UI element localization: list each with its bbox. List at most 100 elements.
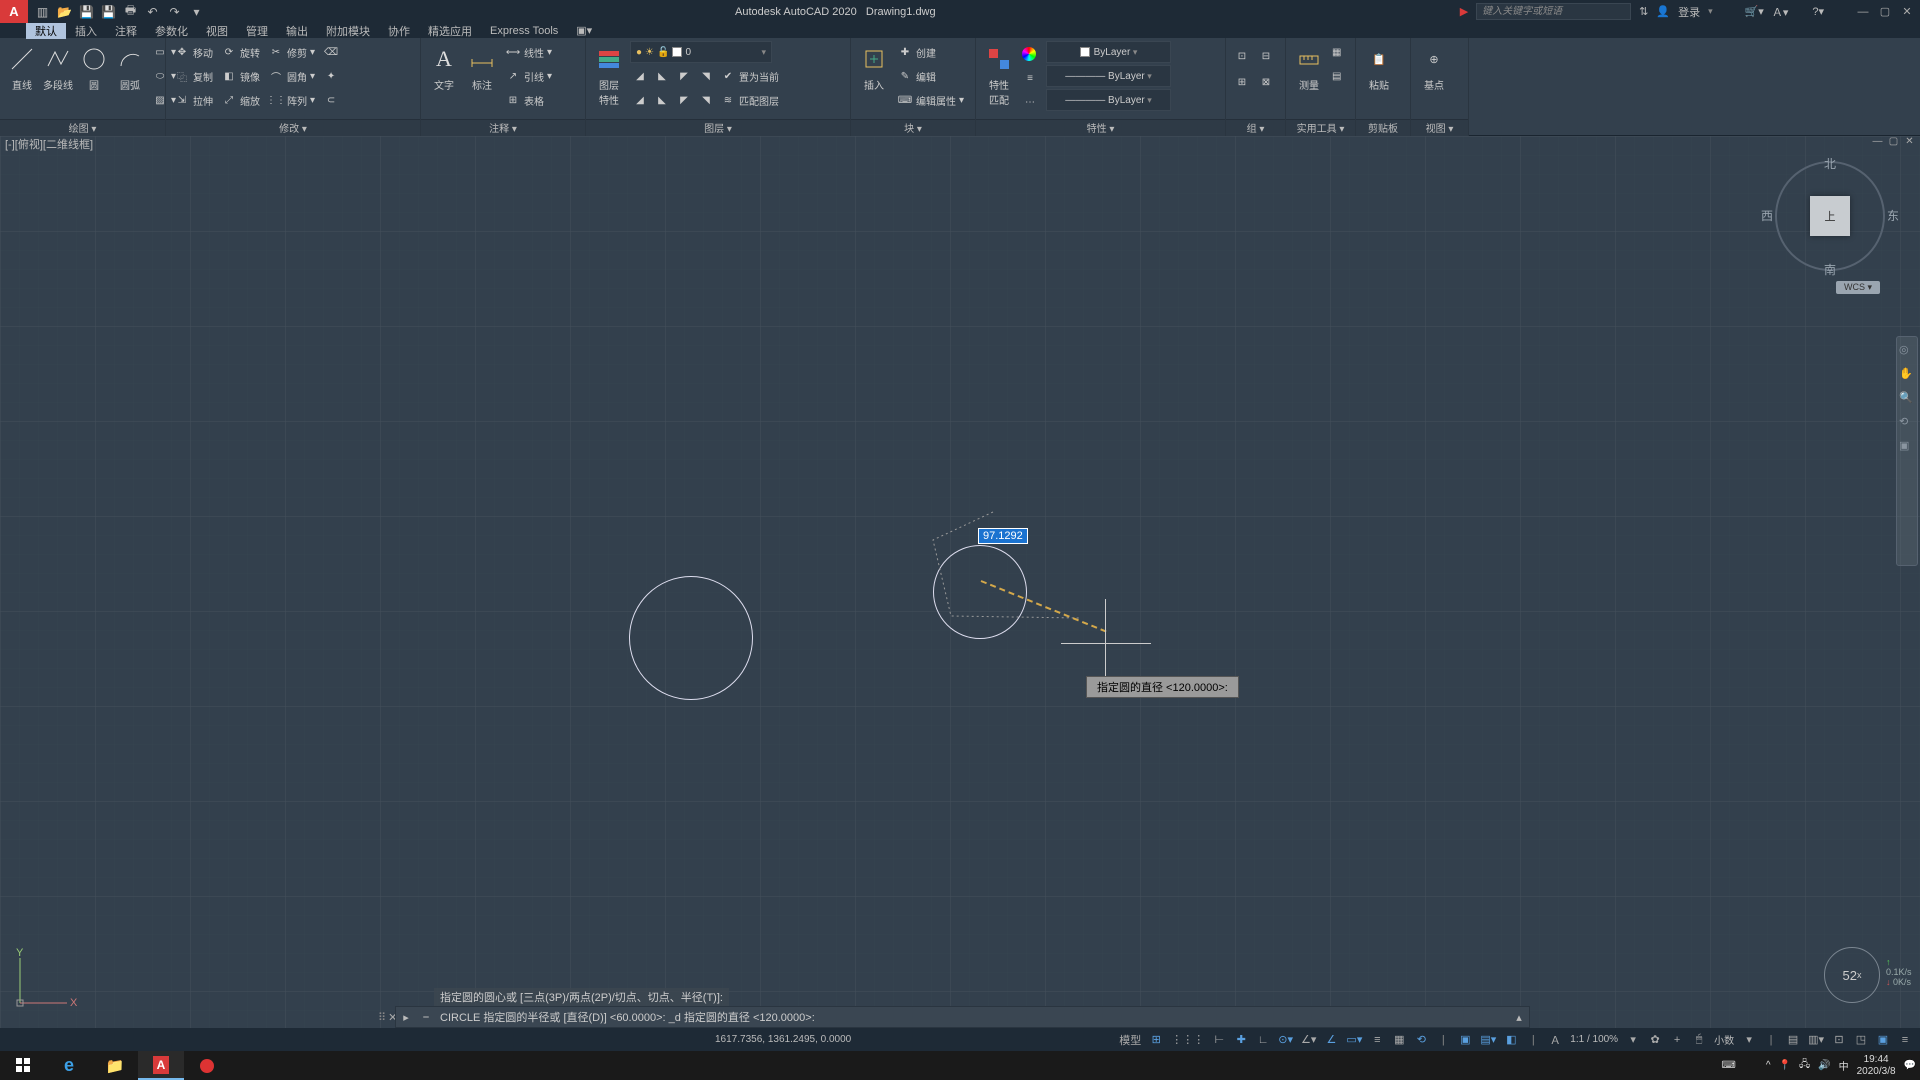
tray-keyboard-icon[interactable]: ⌨	[1721, 1060, 1735, 1071]
erase-tool[interactable]: ⌫	[321, 41, 341, 63]
vc-north[interactable]: 北	[1824, 155, 1836, 172]
insert-block-tool[interactable]: 插入	[857, 41, 891, 92]
rotate-tool[interactable]: ⟳旋转	[219, 41, 262, 63]
props-match-tool[interactable]: 特性 匹配	[982, 41, 1016, 107]
drawing-canvas[interactable]: [-][俯视][二维线框] — ▢ ✕ 97.1292 指定圆的直径 <120.…	[0, 136, 1920, 1028]
cart-icon[interactable]: 🛒▾	[1745, 5, 1764, 18]
mouse-icon[interactable]: 🖱	[1688, 1028, 1710, 1051]
text-tool[interactable]: A文字	[427, 41, 461, 92]
tab-output[interactable]: 输出	[277, 23, 317, 39]
tray-location-icon[interactable]: 📍	[1779, 1060, 1791, 1071]
copy-tool[interactable]: ⿻复制	[172, 65, 215, 87]
dyn-input-toggle[interactable]: ✚	[1230, 1028, 1252, 1051]
panel-props-label[interactable]: 特性 ▾	[976, 119, 1225, 136]
vp-close[interactable]: ✕	[1903, 136, 1916, 149]
account-icon[interactable]: 👤	[1656, 5, 1670, 18]
explode-tool[interactable]: ✦	[321, 65, 341, 87]
tab-collab[interactable]: 协作	[379, 23, 419, 39]
minimize-button[interactable]: —	[1856, 6, 1870, 18]
tray-chevron-icon[interactable]: ^	[1766, 1060, 1771, 1071]
panel-annot-label[interactable]: 注释 ▾	[421, 119, 585, 136]
dynamic-input[interactable]: 97.1292	[978, 528, 1028, 544]
iso-toggle[interactable]: ∠▾	[1297, 1028, 1320, 1051]
quickprops-icon[interactable]: ▤	[1782, 1028, 1804, 1051]
tab-view[interactable]: 视图	[197, 23, 237, 39]
model-toggle[interactable]: 模型	[1115, 1028, 1145, 1051]
tray-ime-icon[interactable]: 中	[1839, 1058, 1849, 1073]
explorer-icon[interactable]: 📁	[92, 1051, 138, 1080]
offset-tool[interactable]: ⊂	[321, 89, 341, 111]
measure-tool[interactable]: 测量	[1292, 41, 1326, 92]
setcurrent-tool[interactable]: ✔置为当前	[718, 65, 781, 87]
layer-props-tool[interactable]: 图层 特性	[592, 41, 626, 107]
panel-modify-label[interactable]: 修改 ▾	[166, 119, 420, 136]
lw-toggle[interactable]: ≡	[1366, 1028, 1388, 1051]
viewcube[interactable]: 上 北 南 西 东	[1775, 161, 1885, 271]
dimension-tool[interactable]: 标注	[465, 41, 499, 92]
save-icon[interactable]: 💾	[78, 3, 95, 20]
trim-tool[interactable]: ✂修剪 ▾	[266, 41, 317, 63]
panel-draw-label[interactable]: 绘图 ▾	[0, 119, 165, 136]
performance-widget[interactable]: 52x ↑ 0.1K/s ↓ 0K/s	[1824, 947, 1880, 1003]
layer-mini7[interactable]: ◤	[674, 89, 694, 111]
circle-tool[interactable]: 圆	[78, 41, 110, 92]
table-tool[interactable]: ⊞表格	[503, 89, 554, 111]
transp-toggle[interactable]: ▦	[1388, 1028, 1410, 1051]
annoscale-dd[interactable]: ▾	[1622, 1028, 1644, 1051]
mirror-tool[interactable]: ◧镜像	[219, 65, 262, 87]
help-icon[interactable]: ?▾	[1812, 5, 1824, 18]
panel-layers-label[interactable]: 图层 ▾	[586, 119, 850, 136]
close-button[interactable]: ✕	[1900, 5, 1914, 18]
ann-toggle2[interactable]: ▤▾	[1476, 1028, 1500, 1051]
editattr-tool[interactable]: ⌨编辑属性 ▾	[895, 89, 966, 111]
snap-toggle[interactable]: ⋮⋮⋮	[1167, 1028, 1208, 1051]
tab-manage[interactable]: 管理	[237, 23, 277, 39]
annoscale-icon[interactable]: Ａ	[1544, 1028, 1566, 1051]
ucs-icon[interactable]: Y X	[12, 948, 82, 1018]
linear-dim-tool[interactable]: ⟷线性 ▾	[503, 41, 554, 63]
hardware-icon[interactable]: ⊡	[1828, 1028, 1850, 1051]
new-icon[interactable]: ▥	[34, 3, 51, 20]
panel-view-label[interactable]: 视图 ▾	[1411, 119, 1468, 136]
viewcube-face[interactable]: 上	[1810, 196, 1850, 236]
linetype-tool[interactable]: ⋯	[1020, 91, 1042, 113]
annoscale-value[interactable]: 1:1 / 100%	[1566, 1034, 1622, 1045]
line-tool[interactable]: 直线	[6, 41, 38, 92]
polyline-tool[interactable]: 多段线	[42, 41, 74, 92]
account-label[interactable]: 登录	[1678, 4, 1700, 20]
coordinates-readout[interactable]: 1617.7356, 1361.2495, 0.0000	[705, 1034, 861, 1045]
tab-parametric[interactable]: 参数化	[146, 23, 197, 39]
app-logo[interactable]: A	[0, 0, 28, 23]
plus-icon[interactable]: +	[1666, 1028, 1688, 1051]
util2[interactable]: ▤	[1330, 65, 1343, 87]
saveas-icon[interactable]: 💾	[100, 3, 117, 20]
vp-minimize[interactable]: —	[1871, 136, 1884, 149]
vc-west[interactable]: 西	[1761, 207, 1773, 224]
recorder-icon[interactable]	[184, 1051, 230, 1080]
iso-view-icon[interactable]: ◳	[1850, 1028, 1872, 1051]
grid-toggle[interactable]: ⊞	[1145, 1028, 1167, 1051]
infer-toggle[interactable]: ⊢	[1208, 1028, 1230, 1051]
customize-icon[interactable]: ≡	[1894, 1028, 1916, 1051]
stretch-tool[interactable]: ⇲拉伸	[172, 89, 215, 111]
leader-tool[interactable]: ↗引线 ▾	[503, 65, 554, 87]
create-block-tool[interactable]: ✚创建	[895, 41, 966, 63]
app-store-icon[interactable]: Ａ▾	[1772, 4, 1789, 20]
ann-toggle1[interactable]: ▣	[1454, 1028, 1476, 1051]
vc-south[interactable]: 南	[1824, 261, 1836, 278]
layer-mini3[interactable]: ◤	[674, 65, 694, 87]
move-tool[interactable]: ✥移动	[172, 41, 215, 63]
array-tool[interactable]: ⋮⋮阵列 ▾	[266, 89, 317, 111]
units-label[interactable]: 小数	[1710, 1032, 1738, 1047]
layer-mini4[interactable]: ◥	[696, 65, 716, 87]
layer-mini5[interactable]: ◢	[630, 89, 650, 111]
edit-block-tool[interactable]: ✎编辑	[895, 65, 966, 87]
color-dropdown[interactable]: ByLayer ▾	[1046, 41, 1171, 63]
linetype-dropdown[interactable]: ———— ByLayer ▾	[1046, 89, 1171, 111]
tab-insert[interactable]: 插入	[66, 23, 106, 39]
edge-icon[interactable]: e	[46, 1051, 92, 1080]
group-tool[interactable]: ⊡	[1232, 45, 1252, 67]
lineweight-dropdown[interactable]: ———— ByLayer ▾	[1046, 65, 1171, 87]
panel-block-label[interactable]: 块 ▾	[851, 119, 975, 136]
action-center-icon[interactable]: 💬	[1904, 1060, 1916, 1071]
